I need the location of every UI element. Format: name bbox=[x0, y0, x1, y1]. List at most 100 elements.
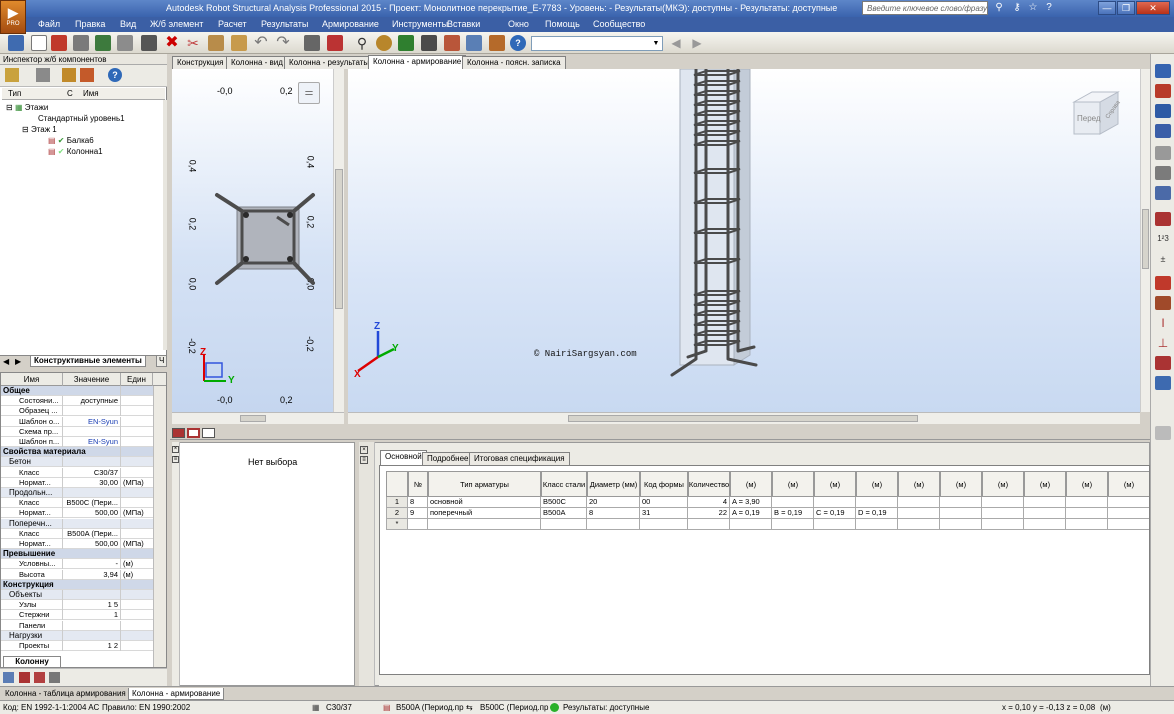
table-cell[interactable] bbox=[1066, 519, 1108, 530]
tab-main[interactable]: Основной bbox=[380, 450, 427, 465]
tab-scroll-left-icon[interactable]: ◀ bbox=[3, 357, 9, 366]
table-horizontal-scrollbar[interactable] bbox=[379, 675, 1150, 686]
layout-red-icon[interactable] bbox=[172, 428, 185, 438]
grid-icon[interactable] bbox=[1155, 212, 1171, 226]
property-row[interactable]: Нагрузки bbox=[1, 630, 153, 641]
property-row[interactable]: Шаблон о... EN-Syun bbox=[1, 416, 153, 427]
section-horizontal-scrollbar[interactable] bbox=[172, 412, 344, 424]
column-header[interactable]: (м) bbox=[730, 471, 772, 497]
support-icon[interactable] bbox=[1155, 296, 1171, 310]
table-cell[interactable] bbox=[1024, 519, 1066, 530]
column-header[interactable]: Класс стали bbox=[541, 471, 587, 497]
property-row[interactable]: Объекты bbox=[1, 590, 153, 600]
table-cell[interactable] bbox=[940, 497, 982, 508]
status-transverse-steel[interactable]: B500A (Период.пр bbox=[396, 703, 464, 712]
table-cell[interactable]: 20 bbox=[587, 497, 640, 508]
column-header[interactable]: Тип арматуры bbox=[428, 471, 541, 497]
pin-icon[interactable]: ≡ bbox=[172, 456, 179, 463]
property-row[interactable]: Поперечн... bbox=[1, 518, 153, 529]
tree-node-floor[interactable]: ⊟ Этаж 1 bbox=[22, 124, 57, 135]
property-row[interactable]: Образец ... bbox=[1, 406, 153, 417]
offset-icon[interactable]: ⊥ bbox=[1155, 336, 1171, 350]
table-cell[interactable]: A = 0,19 bbox=[730, 508, 772, 519]
layers-icon[interactable] bbox=[466, 35, 482, 51]
table-cell[interactable] bbox=[982, 519, 1024, 530]
view-cube[interactable]: Перед Справа bbox=[1072, 90, 1122, 138]
tab-structure[interactable]: Конструкция bbox=[172, 56, 229, 69]
section-icon[interactable] bbox=[1155, 104, 1171, 118]
axes-icon[interactable] bbox=[398, 35, 414, 51]
table-cell[interactable] bbox=[541, 519, 587, 530]
table-cell[interactable]: поперечный bbox=[428, 508, 541, 519]
pin-icon[interactable]: ≡ bbox=[360, 456, 368, 464]
help-icon[interactable]: ? bbox=[108, 68, 122, 82]
table-cell[interactable] bbox=[730, 519, 772, 530]
table-cell[interactable] bbox=[898, 519, 940, 530]
tree-node-beam[interactable]: ▤ ✔ Балка6 bbox=[48, 135, 94, 146]
table-cell[interactable]: 9 bbox=[408, 508, 428, 519]
table-cell[interactable]: B = 0,19 bbox=[772, 508, 814, 519]
tree-node-standard-level[interactable]: Стандартный уровень1 bbox=[38, 113, 125, 124]
column-header[interactable]: (м) bbox=[898, 471, 940, 497]
menu-edit[interactable]: Правка bbox=[75, 19, 105, 29]
table-cell[interactable]: 00 bbox=[640, 497, 688, 508]
panel-icon[interactable] bbox=[1155, 356, 1171, 370]
next-icon[interactable]: ▶ bbox=[689, 35, 705, 51]
clear-filter-icon[interactable] bbox=[80, 68, 94, 82]
paste-icon[interactable] bbox=[231, 35, 247, 51]
table-cell[interactable] bbox=[856, 497, 898, 508]
tab-column-results[interactable]: Колонна - результаты bbox=[284, 56, 375, 69]
property-row[interactable]: Нормат... 500,00 (МПа) bbox=[1, 508, 153, 519]
copy-icon[interactable] bbox=[208, 35, 224, 51]
table-cell[interactable] bbox=[688, 519, 730, 530]
section-vertical-scrollbar[interactable] bbox=[333, 69, 344, 412]
property-row[interactable]: Продольн... bbox=[1, 488, 153, 498]
column-header[interactable]: Код формы bbox=[640, 471, 688, 497]
row-number-cell[interactable]: 2 bbox=[386, 508, 408, 519]
property-row[interactable]: Условны... - (м) bbox=[1, 559, 153, 570]
structure-icon[interactable] bbox=[8, 35, 24, 51]
column-header[interactable]: (м) bbox=[1066, 471, 1108, 497]
column-header[interactable]: (м) bbox=[940, 471, 982, 497]
tab-structural-elements[interactable]: Конструктивные элементы bbox=[30, 356, 146, 367]
menu-analysis[interactable]: Расчет bbox=[218, 19, 247, 29]
save-icon[interactable] bbox=[51, 35, 67, 51]
delete-icon[interactable]: ✖ bbox=[164, 35, 180, 51]
search-icon[interactable]: ⚲ bbox=[991, 1, 1007, 15]
table-cell[interactable] bbox=[1024, 508, 1066, 519]
table-cell[interactable] bbox=[587, 519, 640, 530]
filter-icon[interactable] bbox=[36, 68, 50, 82]
help-search-input[interactable]: Введите ключевое слово/фразу bbox=[862, 1, 988, 15]
table-cell[interactable] bbox=[1108, 508, 1149, 519]
tab-column-properties[interactable]: Колонну bbox=[3, 656, 61, 668]
table-cell[interactable]: B500A bbox=[541, 508, 587, 519]
tree-node-floors[interactable]: ⊟ ▦ Этажи bbox=[6, 102, 48, 113]
table-cell[interactable] bbox=[982, 508, 1024, 519]
release-icon[interactable] bbox=[1155, 276, 1171, 290]
inspector-scrollbar[interactable] bbox=[163, 100, 167, 350]
doc-tab-column-reinforcement[interactable]: Колонна - армирование bbox=[128, 688, 225, 700]
property-row[interactable]: Класс C30/37 bbox=[1, 467, 153, 478]
table-icon[interactable] bbox=[327, 35, 343, 51]
structure-model-icon[interactable] bbox=[1155, 186, 1171, 200]
model-3d-view[interactable]: © NairiSargsyan.com Z X Y bbox=[348, 69, 1140, 412]
table-cell[interactable] bbox=[428, 519, 541, 530]
section-view[interactable]: -0,0 0,2 ⚌ 0,4 0,2 0,0 -0,2 0,4 0,2 0,0 … bbox=[172, 69, 344, 412]
help-icon[interactable]: ? bbox=[1041, 1, 1057, 15]
table-cell[interactable] bbox=[1066, 497, 1108, 508]
table-cell[interactable]: основной bbox=[428, 497, 541, 508]
close-icon[interactable]: × bbox=[172, 446, 179, 453]
tree-node-column[interactable]: ▤ ✔ Колонна1 bbox=[48, 146, 158, 157]
table-cell[interactable]: 22 bbox=[688, 508, 730, 519]
table-cell[interactable]: 8 bbox=[408, 497, 428, 508]
undo-icon[interactable]: ↶ bbox=[253, 35, 269, 51]
cut-icon[interactable]: ✂ bbox=[185, 35, 201, 51]
key-icon[interactable]: ⚷ bbox=[1009, 1, 1025, 15]
redo-icon[interactable]: ↷ bbox=[275, 35, 291, 51]
table-cell[interactable]: C = 0,19 bbox=[814, 508, 856, 519]
table-cell[interactable] bbox=[1108, 519, 1149, 530]
table-cell[interactable] bbox=[814, 519, 856, 530]
table-cell[interactable] bbox=[940, 519, 982, 530]
app-logo[interactable]: ▶ PRO bbox=[0, 0, 26, 34]
property-row[interactable]: Конструкция bbox=[1, 579, 153, 590]
